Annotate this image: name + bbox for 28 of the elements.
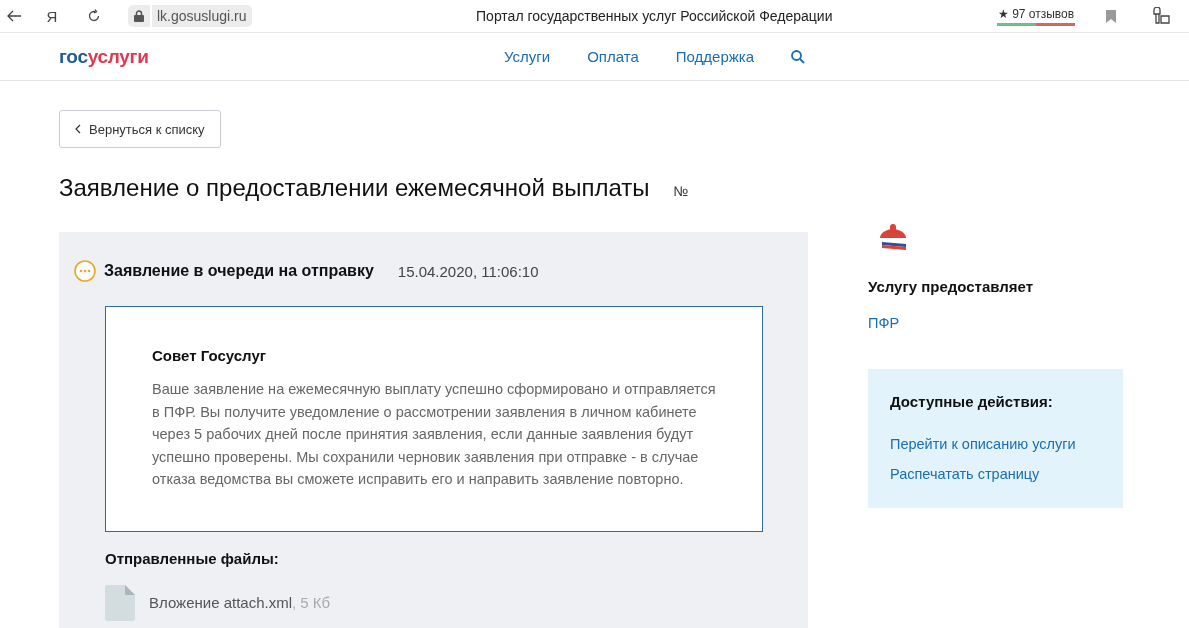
search-icon[interactable] (791, 49, 805, 64)
pending-status-icon (74, 260, 96, 282)
provider-link[interactable]: ПФР (868, 315, 1123, 331)
reviews-rating[interactable]: ★ 97 отзывов (997, 6, 1075, 21)
page-tab-title: Портал государственных услуг Российской Федерации (475, 8, 834, 24)
chevron-left-icon (75, 124, 81, 134)
nav-link[interactable]: Услуги (504, 48, 551, 65)
action-link[interactable]: Перейти к описанию услуги (890, 436, 1101, 452)
sent-files-title: Отправленные файлы: (105, 549, 280, 567)
actions-title: Доступные действия: (890, 393, 1054, 410)
lock-icon (128, 5, 150, 27)
address-bar[interactable]: lk.gosuslugi.ru (152, 5, 252, 27)
file-name[interactable]: Вложение attach.xml (149, 593, 292, 611)
back-to-list-button[interactable]: Вернуться к списку (59, 110, 221, 148)
advice-text: Ваше заявление на ежемесячную выплату успешно сформировано и отправляется в ПФР. Вы получите уведомление о рассмотрении заявления в личном кабинете через 5 рабочих дней после принятия заявления, если данные заявления будут успешно проверены. Мы сохранили черновик заявления при отправке - в случае отказа ведомства вы сможете исправить его и направить заявление повторно. (152, 380, 717, 489)
action-link[interactable]: Распечатать страницу (890, 466, 1101, 482)
file-icon (105, 584, 135, 621)
nav-link[interactable]: Оплата (587, 48, 639, 65)
advice-title: Совет Госуслуг (152, 347, 267, 364)
gosuslugi-logo[interactable]: госуслуги (59, 45, 504, 68)
page-title: Заявление о предоставлении ежемесячной выплаты (59, 174, 650, 202)
nav-link[interactable]: Поддержка (675, 48, 754, 65)
status-datetime: 15.04.2020, 11:06:10 (397, 262, 539, 280)
number-label: № (673, 183, 689, 199)
file-size: , 5 Кб (292, 593, 331, 611)
provider-title: Услугу предоставляет (868, 278, 1035, 295)
status-text: Заявление в очереди на отправку (104, 262, 374, 280)
yandex-button[interactable]: Я (38, 7, 66, 25)
